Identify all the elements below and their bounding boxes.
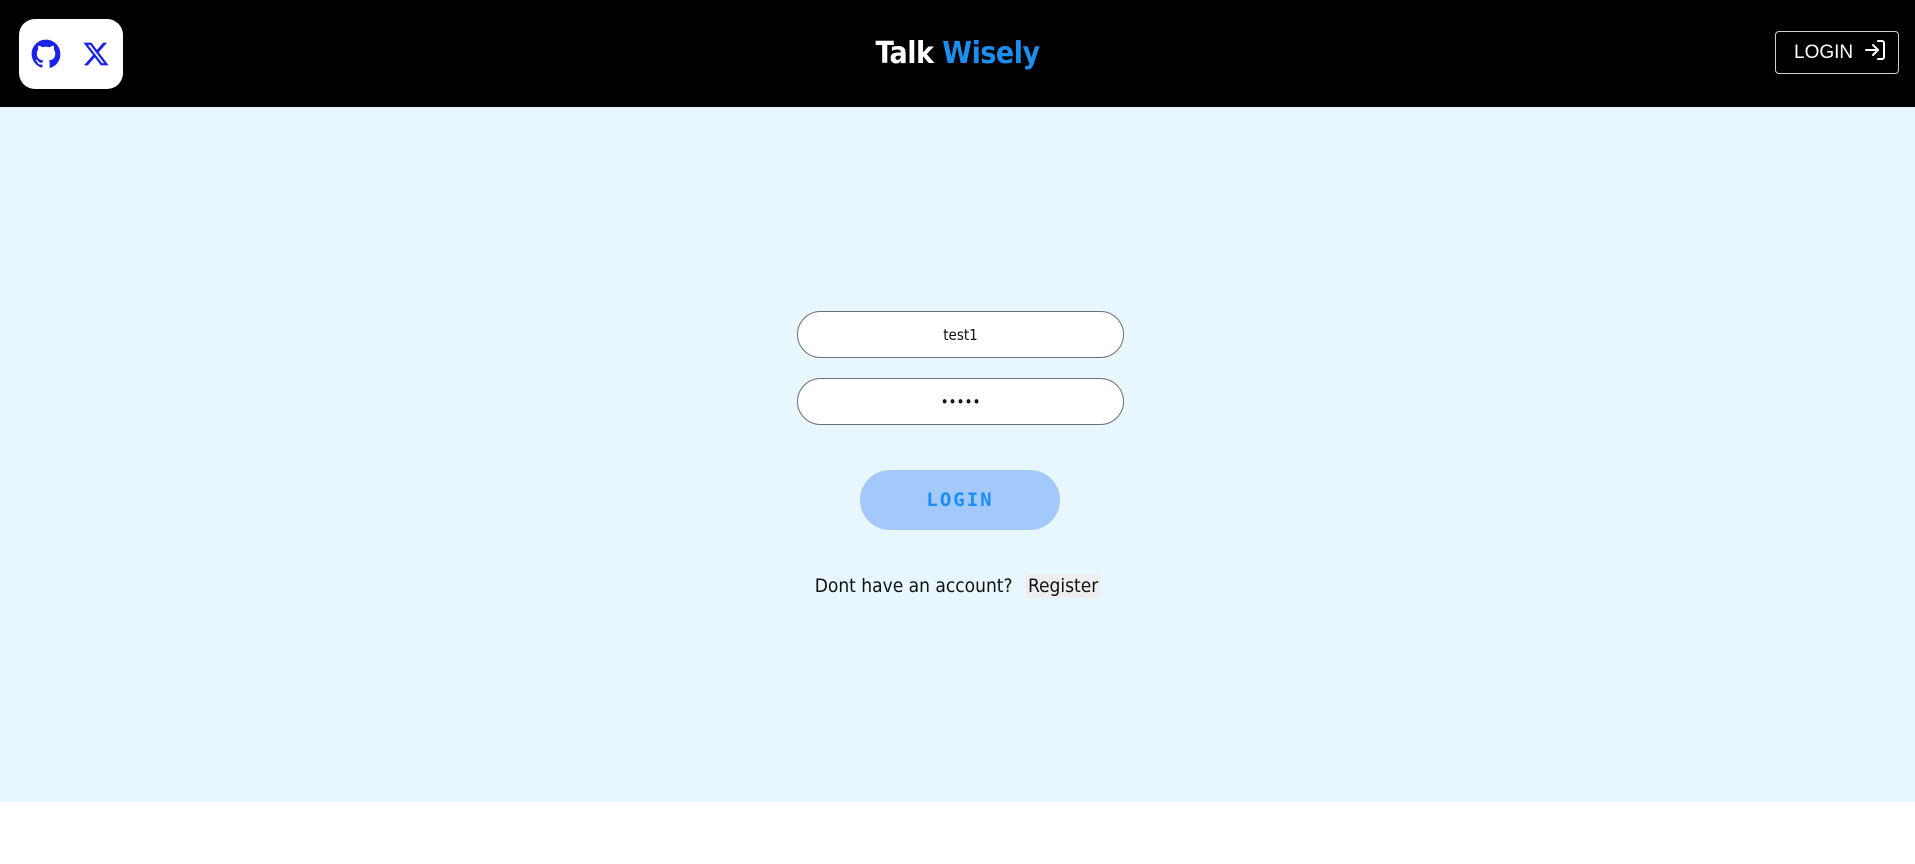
password-input[interactable] bbox=[797, 378, 1124, 425]
register-link[interactable]: Register bbox=[1026, 574, 1101, 598]
header-login-button[interactable]: LOGIN bbox=[1775, 31, 1899, 74]
brand-second-word: Wisely bbox=[942, 36, 1040, 71]
register-prompt-row: Dont have an account? Register bbox=[0, 574, 1915, 598]
main-content: LOGIN Dont have an account? Register bbox=[0, 107, 1915, 802]
username-input[interactable] bbox=[797, 311, 1124, 358]
top-navbar: Talk Wisely LOGIN bbox=[0, 0, 1915, 107]
login-submit-label: LOGIN bbox=[926, 489, 994, 511]
login-submit-button[interactable]: LOGIN bbox=[860, 470, 1060, 530]
brand-title: Talk Wisely bbox=[0, 34, 1915, 74]
brand-first-word: Talk bbox=[875, 36, 934, 71]
login-icon bbox=[1863, 38, 1887, 68]
register-prompt-text: Dont have an account? bbox=[814, 575, 1013, 597]
header-login-label: LOGIN bbox=[1794, 41, 1854, 63]
